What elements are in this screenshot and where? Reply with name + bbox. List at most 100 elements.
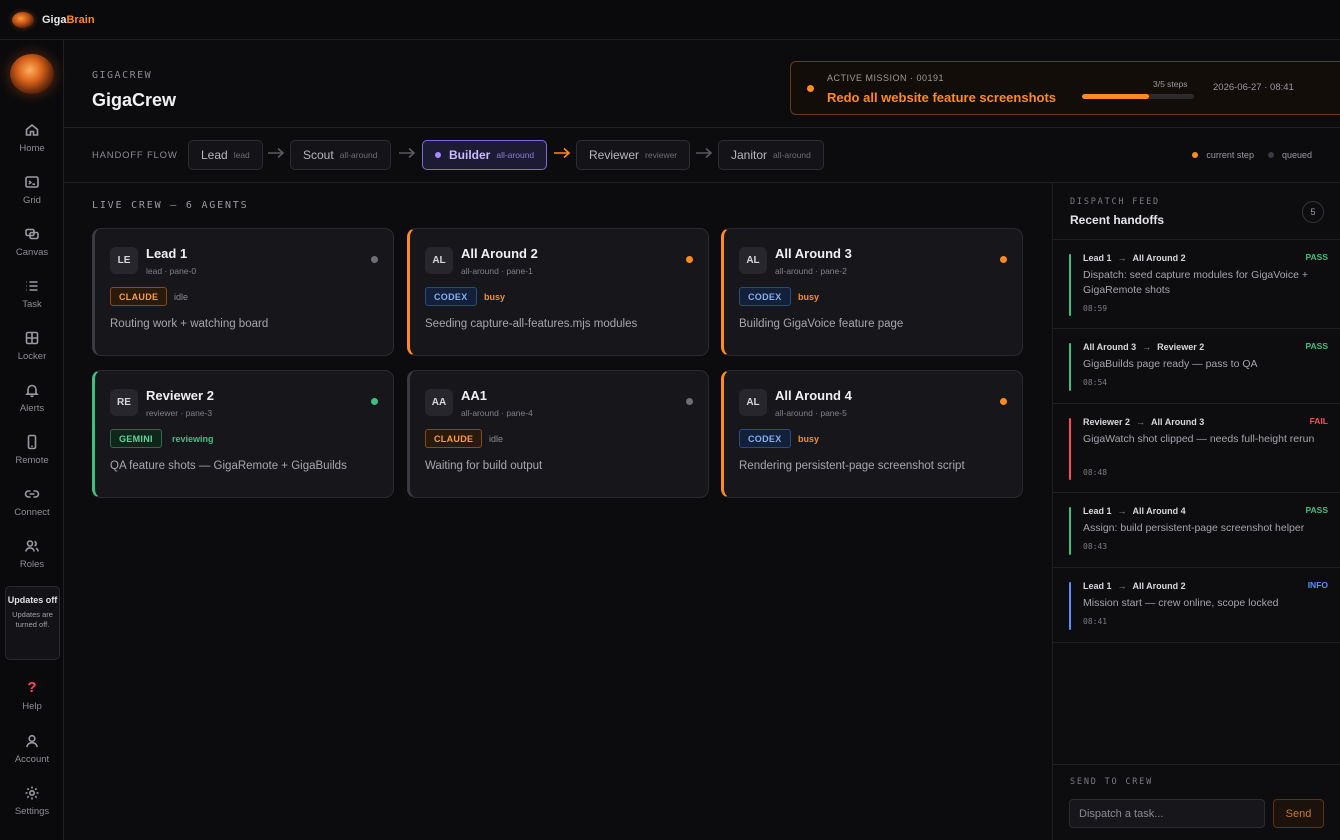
sidebar-item-label: Roles [19,559,45,570]
agent-task: Building GigaVoice feature page [739,318,904,330]
sidebar-item-label: Help [22,701,42,712]
mission-label: ACTIVE MISSION · 00191 [827,73,945,83]
feed-to: Reviewer 2 [1157,342,1205,352]
feed-to: All Around 2 [1132,253,1186,263]
flow-node-reviewer[interactable]: Reviewer reviewer [576,140,691,170]
arrow-right-icon: → [1117,581,1127,591]
sidebar-item-alerts[interactable]: Alerts [0,382,64,428]
agent-name: Reviewer 2 [146,388,214,403]
status-dot [686,256,693,263]
feed-item-rail [1069,418,1071,480]
feed-title: Recent handoffs [1070,213,1165,227]
help-icon: ? [27,679,37,696]
arrow-right-icon [695,146,713,160]
model-badge: CODEX [739,287,791,306]
flow-node-janitor[interactable]: Janitor all-around [718,140,824,170]
feed-route: Lead 1 → All Around 2 [1083,253,1186,263]
agent-card-all-around-2[interactable]: AL All Around 2 all-around · pane-1 CODE… [407,228,709,356]
feed-item[interactable]: Lead 1 → All Around 2 PASS Dispatch: seed … [1053,240,1340,329]
agent-task: Rendering persistent-page screenshot scr… [739,460,965,472]
send-button[interactable]: Send [1273,799,1324,828]
agent-state: busy [798,434,820,444]
feed-from: Reviewer 2 [1083,417,1131,427]
legend-queued-label: queued [1281,150,1312,160]
feed-route: All Around 3 → Reviewer 2 [1083,342,1204,352]
legend-queued-dot [1267,152,1274,158]
flow-legend: current step queued [1192,150,1312,160]
mission-status-dot [807,85,814,92]
flow-node-scout[interactable]: Scout all-around [290,140,391,170]
mission-steps: 3/5 steps [1153,79,1188,89]
feed-verdict: PASS [1305,252,1328,262]
feed-item[interactable]: All Around 3 → Reviewer 2 PASS GigaBuilds … [1053,329,1340,404]
arrow-right-icon [553,146,571,160]
feed-item[interactable]: Lead 1 → All Around 4 PASS Assign: build p… [1053,493,1340,568]
feed-message: Assign: build persistent-page screenshot… [1083,522,1305,534]
agent-card-all-around-4[interactable]: AL All Around 4 all-around · pane-5 CODE… [721,370,1023,498]
feed-verdict: FAIL [1309,416,1328,426]
status-dot [1000,256,1007,263]
updates-status[interactable]: Updates off Updates are turned off. [5,586,60,660]
sidebar-item-settings[interactable]: Settings [0,785,64,831]
agent-card-lead-1[interactable]: LE Lead 1 lead · pane-0 CLAUDE idle Rout… [92,228,394,356]
feed-route: Lead 1 → All Around 2 [1083,581,1186,591]
sidebar-item-canvas[interactable]: Canvas [0,226,64,272]
sidebar-item-grid[interactable]: Grid [0,174,64,220]
status-dot [686,398,693,405]
model-badge: CODEX [739,429,791,448]
sidebar-item-label: Settings [14,806,50,817]
flow-node-name: Lead [201,148,228,162]
agent-task: Waiting for build output [425,460,543,472]
locker-icon [25,331,39,345]
flow-node-role: all-around [496,150,535,160]
agent-role-pane: lead · pane-0 [146,266,197,276]
agent-task: Seeding capture-all-features.mjs modules [425,318,638,330]
agent-name: All Around 2 [461,246,538,261]
feed-time: 08:43 [1083,542,1108,551]
sidebar-item-task[interactable]: Task [0,278,64,324]
feed-item[interactable]: Reviewer 2 → All Around 3 FAIL GigaWatch s… [1053,404,1340,493]
feed-item[interactable]: Lead 1 → All Around 2 INFO Mission start —… [1053,568,1340,643]
agent-state: busy [484,292,506,302]
status-dot [1000,398,1007,405]
agent-card-all-around-3[interactable]: AL All Around 3 all-around · pane-2 CODE… [721,228,1023,356]
sidebar-item-label: Canvas [15,247,49,258]
flow-node-role: all-around [339,150,378,160]
handoff-flow: HANDOFF FLOW Lead lead Scout all-around … [64,128,1340,183]
top-bar: GigaBrain [0,0,1340,40]
sidebar-item-roles[interactable]: Roles [0,538,64,584]
model-badge: CLAUDE [425,429,483,448]
feed-message: Mission start — crew online, scope locke… [1083,597,1279,609]
feed-count-badge: 5 [1302,201,1324,223]
agent-card-reviewer-2[interactable]: RE Reviewer 2 reviewer · pane-3 GEMINI r… [92,370,394,498]
legend-current: current step [1192,150,1254,160]
flow-node-name: Scout [303,148,334,162]
flow-node-lead[interactable]: Lead lead [188,140,263,170]
crew-heading: LIVE CREW — 6 AGENTS [92,200,249,211]
arrow-right-icon [398,146,416,160]
feed-route: Lead 1 → All Around 4 [1083,506,1186,516]
feed-verdict: INFO [1307,580,1328,590]
sidebar-item-home[interactable]: Home [0,122,64,168]
agent-card-aa1[interactable]: AA AA1 all-around · pane-4 CLAUDE idle W… [407,370,709,498]
page-eyebrow: GIGACREW [92,70,153,81]
home-icon [25,123,39,136]
agent-state: busy [798,292,820,302]
flow-node-builder[interactable]: Builder all-around [422,140,548,170]
feed-eyebrow: DISPATCH FEED [1070,197,1160,207]
active-mission-card[interactable]: ACTIVE MISSION · 00191 Redo all website … [790,61,1340,115]
agent-name: All Around 3 [775,246,852,261]
dispatch-task-input[interactable] [1069,799,1265,828]
sidebar-item-label: Connect [14,507,50,518]
model-badge: CODEX [425,287,477,306]
sidebar-item-connect[interactable]: Connect [0,486,64,532]
sidebar-item-account[interactable]: Account [0,733,64,779]
agent-role-pane: all-around · pane-2 [775,266,847,276]
feed-from: All Around 3 [1083,342,1137,352]
sidebar-item-remote[interactable]: Remote [0,434,64,480]
sidebar-item-help[interactable]: ? Help [0,680,64,726]
arrow-right-icon: → [1142,342,1152,352]
sidebar-item-locker[interactable]: Locker [0,330,64,376]
model-badge: CLAUDE [110,287,168,306]
feed-list: Lead 1 → All Around 2 PASS Dispatch: seed … [1053,239,1340,643]
